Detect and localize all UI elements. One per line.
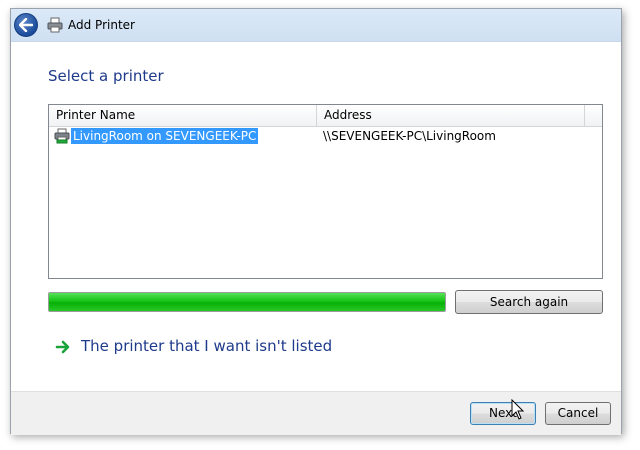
add-printer-window: Add Printer Select a printer Printer Nam…: [10, 8, 622, 435]
next-button[interactable]: Next: [470, 402, 536, 425]
progress-fill: [49, 293, 445, 311]
search-progress-bar: [48, 292, 446, 312]
column-header-address[interactable]: Address: [317, 105, 585, 126]
list-header: Printer Name Address: [49, 105, 602, 127]
cancel-button[interactable]: Cancel: [545, 402, 611, 425]
mouse-cursor-icon: [511, 399, 525, 420]
search-again-button[interactable]: Search again: [455, 290, 603, 314]
printer-address: \\SEVENGEEK-PC\LivingRoom: [323, 129, 496, 143]
page-heading: Select a printer: [48, 67, 164, 85]
network-printer-icon: [54, 128, 70, 144]
printer-list[interactable]: Printer Name Address LivingRoom on SEVEN…: [48, 104, 603, 279]
column-header-printer-name[interactable]: Printer Name: [49, 105, 317, 126]
green-arrow-icon: [55, 340, 70, 354]
title-bar: Add Printer: [11, 9, 621, 42]
back-arrow-icon: [19, 18, 33, 32]
window-title: Add Printer: [68, 18, 135, 32]
printer-icon: [47, 17, 63, 33]
back-button[interactable]: [14, 13, 38, 37]
printer-not-listed-text: The printer that I want isn't listed: [81, 337, 333, 355]
footer-bar: Next Cancel: [11, 391, 621, 435]
column-header-filler: [585, 105, 603, 126]
list-item[interactable]: LivingRoom on SEVENGEEK-PC \\SEVENGEEK-P…: [49, 127, 602, 145]
printer-name: LivingRoom on SEVENGEEK-PC: [71, 128, 259, 144]
